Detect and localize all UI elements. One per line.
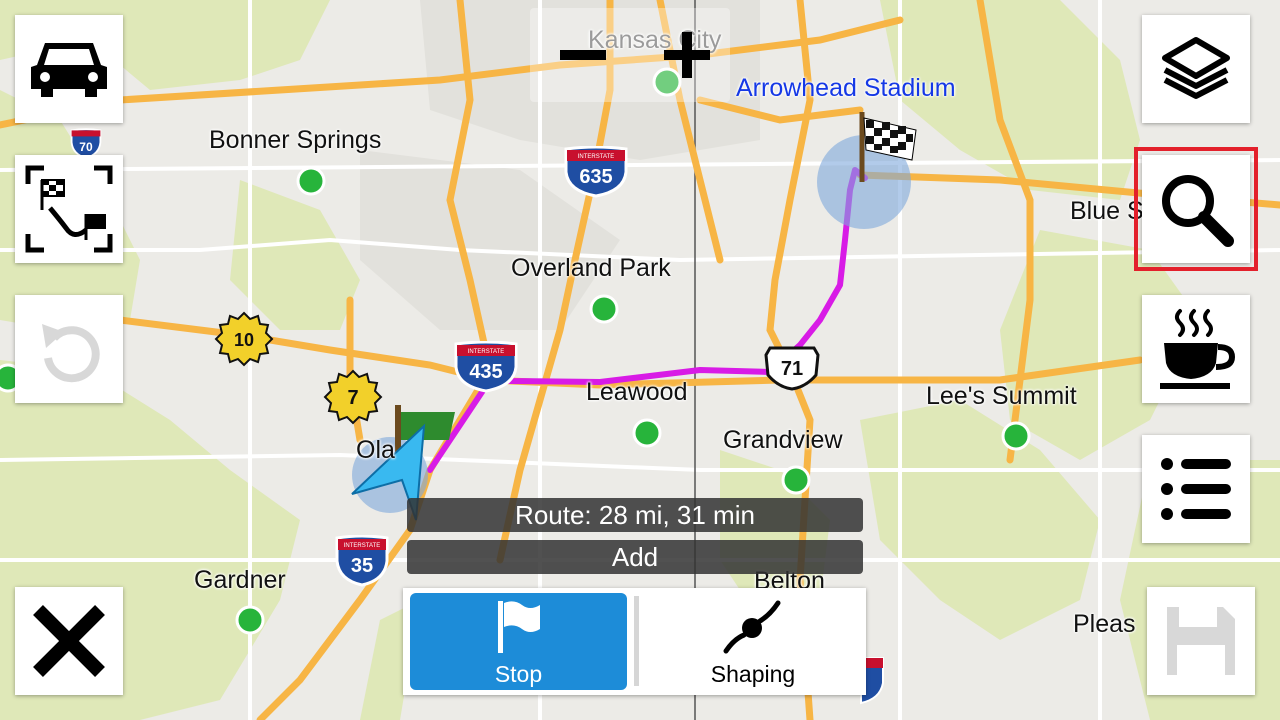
minus-icon (560, 50, 606, 60)
add-point-label[interactable]: Add (407, 540, 863, 574)
place-label-pleasant-hill: Pleas (1073, 610, 1136, 638)
svg-text:635: 635 (579, 166, 612, 188)
plus-icon (664, 32, 710, 78)
interstate-435-shield: INTERSTATE 435 (454, 341, 518, 393)
svg-text:7: 7 (347, 387, 358, 409)
cancel-route-button[interactable] (15, 587, 123, 695)
place-label-gardner: Gardner (194, 566, 286, 594)
shaping-mode-button[interactable]: Shaping (646, 593, 860, 690)
state-route-7-shield: 7 (323, 369, 383, 425)
svg-text:71: 71 (781, 358, 803, 380)
interstate-35-shield: INTERSTATE 35 (335, 535, 389, 587)
svg-text:70: 70 (79, 140, 93, 154)
car-icon (31, 43, 107, 97)
search-icon (1162, 175, 1234, 247)
route-overview-button[interactable] (15, 155, 123, 263)
mode-divider (634, 596, 639, 686)
svg-text:35: 35 (351, 555, 373, 577)
place-label-olathe: Ola (356, 436, 395, 464)
place-label-lees-summit: Lee's Summit (926, 382, 1077, 410)
layers-icon (1162, 37, 1230, 99)
list-icon (1161, 458, 1231, 520)
point-type-panel: Stop Shaping (403, 588, 866, 695)
svg-text:10: 10 (234, 330, 254, 350)
route-summary: Route: 28 mi, 31 min (407, 498, 863, 532)
us-71-shield: 71 (764, 346, 820, 391)
place-label-blue-springs: Blue S (1070, 197, 1144, 225)
main-menu-button[interactable] (1142, 435, 1250, 543)
save-icon (1167, 607, 1235, 675)
undo-icon (42, 324, 100, 383)
map-layers-button[interactable] (1142, 15, 1250, 123)
place-label-leawood: Leawood (586, 378, 688, 406)
place-label-arrowhead-stadium[interactable]: Arrowhead Stadium (736, 74, 956, 103)
save-route-button[interactable] (1147, 587, 1255, 695)
svg-text:INTERSTATE: INTERSTATE (468, 349, 504, 355)
flag-icon (497, 601, 540, 653)
svg-text:435: 435 (469, 361, 502, 383)
food-nearby-button[interactable] (1142, 295, 1250, 403)
shaping-point-icon (723, 600, 781, 654)
route-fit-icon (25, 165, 113, 253)
place-label-grandview: Grandview (723, 426, 843, 454)
shaping-mode-label: Shaping (710, 661, 796, 687)
interstate-635-shield: INTERSTATE 635 (564, 146, 628, 198)
interstate-70-shield: 70 (70, 128, 102, 158)
stop-mode-label: Stop (494, 661, 543, 687)
zoom-out-button[interactable] (548, 20, 618, 90)
undo-button[interactable] (15, 295, 123, 403)
svg-text:INTERSTATE: INTERSTATE (578, 154, 614, 160)
search-button[interactable] (1134, 147, 1258, 271)
place-label-overland-park: Overland Park (511, 254, 671, 282)
zoom-in-button[interactable] (652, 20, 722, 90)
close-icon (33, 605, 105, 677)
vehicle-mode-button[interactable] (15, 15, 123, 123)
state-route-10-shield: 10 (214, 311, 274, 367)
coffee-cup-icon (1160, 309, 1236, 389)
svg-text:INTERSTATE: INTERSTATE (344, 543, 380, 549)
stop-mode-button[interactable]: Stop (410, 593, 627, 690)
place-label-bonner-springs: Bonner Springs (209, 126, 382, 154)
